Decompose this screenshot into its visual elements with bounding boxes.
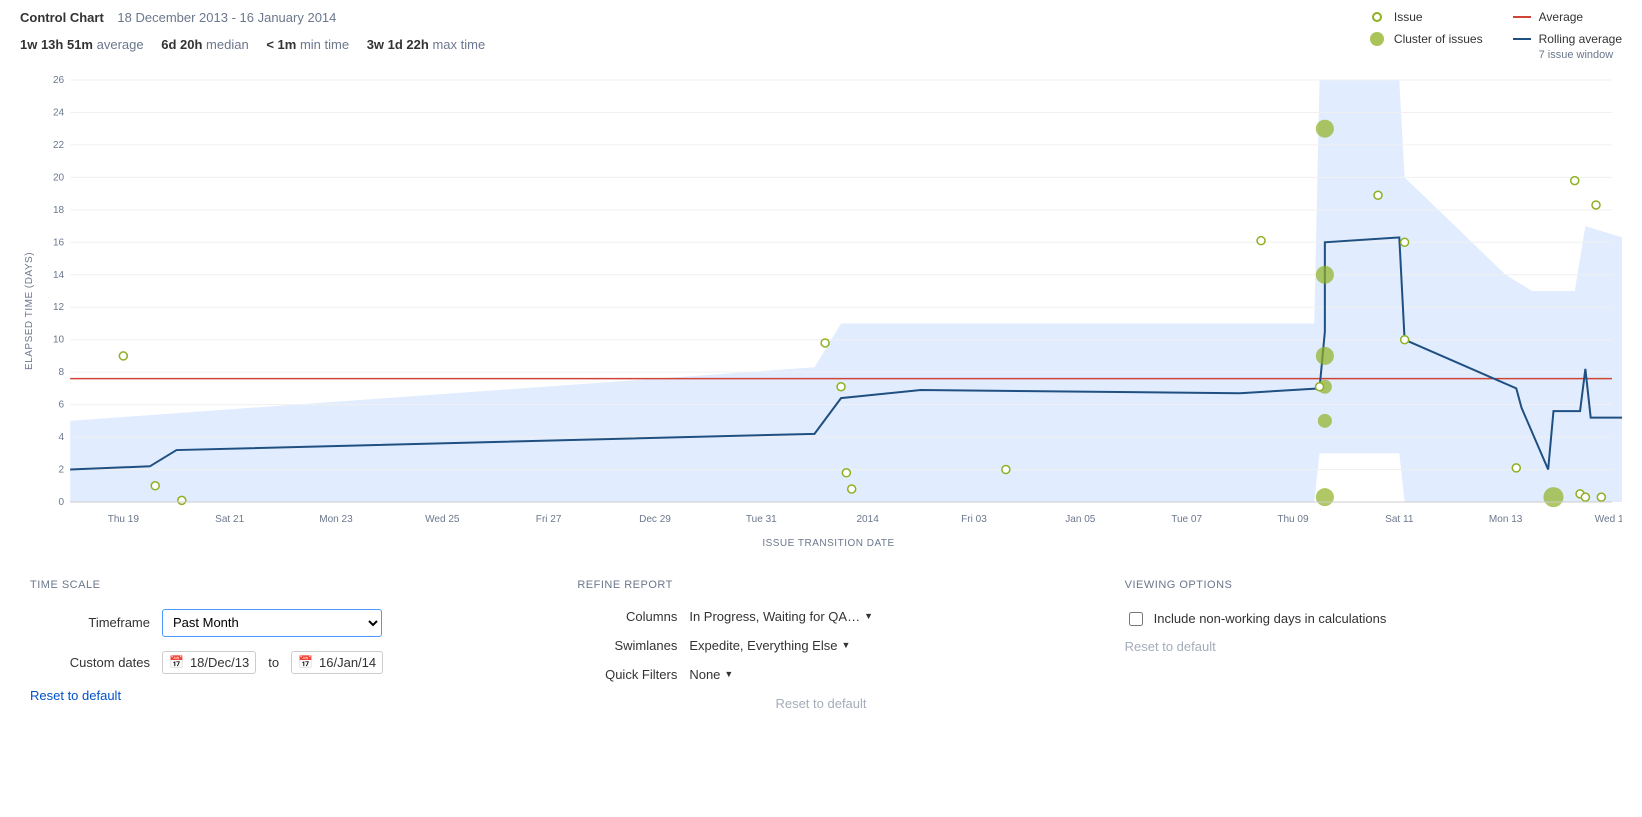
svg-text:8: 8 — [59, 367, 65, 378]
quickfilters-label: Quick Filters — [577, 667, 677, 682]
refine-heading: REFINE REPORT — [577, 579, 1064, 591]
reset-time-scale-link[interactable]: Reset to default — [30, 688, 121, 703]
viewing-options-section: VIEWING OPTIONS Include non-working days… — [1125, 579, 1612, 711]
calendar-icon: 📅 — [298, 655, 313, 669]
rolling-line-icon — [1513, 38, 1531, 40]
svg-text:Fri 27: Fri 27 — [536, 514, 562, 525]
stat-max-value: 3w 1d 22h — [367, 37, 429, 52]
header: Control Chart 18 December 2013 - 16 Janu… — [20, 10, 1622, 62]
svg-text:16: 16 — [53, 237, 65, 248]
svg-text:20: 20 — [53, 172, 65, 183]
legend: Issue Cluster of issues Average Rolling … — [1368, 10, 1622, 62]
svg-text:26: 26 — [53, 75, 65, 86]
columns-label: Columns — [577, 609, 677, 624]
stat-min-label: min time — [300, 37, 349, 52]
issue-marker-icon — [1372, 12, 1382, 22]
svg-text:12: 12 — [53, 302, 65, 313]
legend-rolling-sub: 7 issue window — [1539, 49, 1614, 61]
legend-cluster: Cluster of issues — [1394, 32, 1483, 46]
stat-max-label: max time — [432, 37, 485, 52]
date-range: 18 December 2013 - 16 January 2014 — [117, 10, 336, 25]
quickfilters-dropdown[interactable]: None ▼ — [689, 667, 733, 682]
legend-average: Average — [1539, 10, 1583, 24]
nonworking-checkbox[interactable] — [1129, 612, 1143, 626]
svg-text:Fri 03: Fri 03 — [961, 514, 987, 525]
svg-text:2014: 2014 — [856, 514, 879, 525]
stat-min-value: < 1m — [266, 37, 296, 52]
svg-text:0: 0 — [59, 497, 65, 508]
svg-text:Thu 19: Thu 19 — [108, 514, 140, 525]
cluster-marker-icon — [1370, 32, 1384, 46]
calendar-icon: 📅 — [169, 655, 184, 669]
nonworking-label: Include non-working days in calculations — [1154, 611, 1387, 626]
svg-text:Wed 25: Wed 25 — [425, 514, 460, 525]
time-scale-heading: TIME SCALE — [30, 579, 517, 591]
svg-text:14: 14 — [53, 270, 65, 281]
svg-text:2: 2 — [59, 465, 65, 476]
caret-down-icon: ▼ — [724, 669, 733, 679]
viewing-heading: VIEWING OPTIONS — [1125, 579, 1612, 591]
svg-text:Wed 15: Wed 15 — [1595, 514, 1622, 525]
svg-text:Tue 07: Tue 07 — [1171, 514, 1202, 525]
control-chart[interactable]: 02468101214161820222426Thu 19Sat 21Mon 2… — [35, 72, 1622, 532]
columns-dropdown[interactable]: In Progress, Waiting for QA… ▼ — [689, 609, 873, 624]
time-scale-section: TIME SCALE Timeframe Past Month Custom d… — [30, 579, 517, 711]
stat-median-label: median — [206, 37, 249, 52]
date-to-input[interactable]: 📅 16/Jan/14 — [291, 651, 383, 674]
svg-text:10: 10 — [53, 335, 65, 346]
svg-text:Mon 13: Mon 13 — [1489, 514, 1523, 525]
y-axis-title: ELAPSED TIME (DAYS) — [20, 72, 35, 549]
page-title: Control Chart — [20, 10, 104, 25]
date-from-input[interactable]: 📅 18/Dec/13 — [162, 651, 256, 674]
svg-text:Tue 31: Tue 31 — [746, 514, 777, 525]
swimlanes-dropdown[interactable]: Expedite, Everything Else ▼ — [689, 638, 850, 653]
swimlanes-label: Swimlanes — [577, 638, 677, 653]
svg-text:22: 22 — [53, 140, 65, 151]
average-line-icon — [1513, 16, 1531, 18]
to-label: to — [268, 655, 279, 670]
caret-down-icon: ▼ — [864, 611, 873, 621]
svg-text:18: 18 — [53, 205, 65, 216]
legend-rolling: Rolling average — [1539, 32, 1622, 46]
caret-down-icon: ▼ — [841, 640, 850, 650]
reset-viewing-link[interactable]: Reset to default — [1125, 639, 1216, 654]
svg-text:4: 4 — [59, 432, 65, 443]
stat-average-label: average — [97, 37, 144, 52]
svg-text:Sat 11: Sat 11 — [1385, 514, 1414, 525]
timeframe-label: Timeframe — [30, 615, 150, 630]
svg-text:24: 24 — [53, 107, 65, 118]
refine-report-section: REFINE REPORT Columns In Progress, Waiti… — [577, 579, 1064, 711]
custom-dates-label: Custom dates — [30, 655, 150, 670]
x-axis-title: ISSUE TRANSITION DATE — [35, 538, 1622, 549]
svg-text:Dec 29: Dec 29 — [639, 514, 671, 525]
svg-text:Thu 09: Thu 09 — [1277, 514, 1309, 525]
legend-issue: Issue — [1394, 10, 1423, 24]
svg-text:6: 6 — [59, 400, 65, 411]
svg-text:Jan 05: Jan 05 — [1065, 514, 1096, 525]
svg-text:Mon 23: Mon 23 — [319, 514, 353, 525]
timeframe-select[interactable]: Past Month — [162, 609, 382, 637]
stat-average-value: 1w 13h 51m — [20, 37, 93, 52]
stat-median-value: 6d 20h — [161, 37, 202, 52]
reset-refine-link[interactable]: Reset to default — [775, 696, 866, 711]
stats-bar: 1w 13h 51m average 6d 20h median < 1m mi… — [20, 37, 1368, 52]
svg-text:Sat 21: Sat 21 — [215, 514, 244, 525]
